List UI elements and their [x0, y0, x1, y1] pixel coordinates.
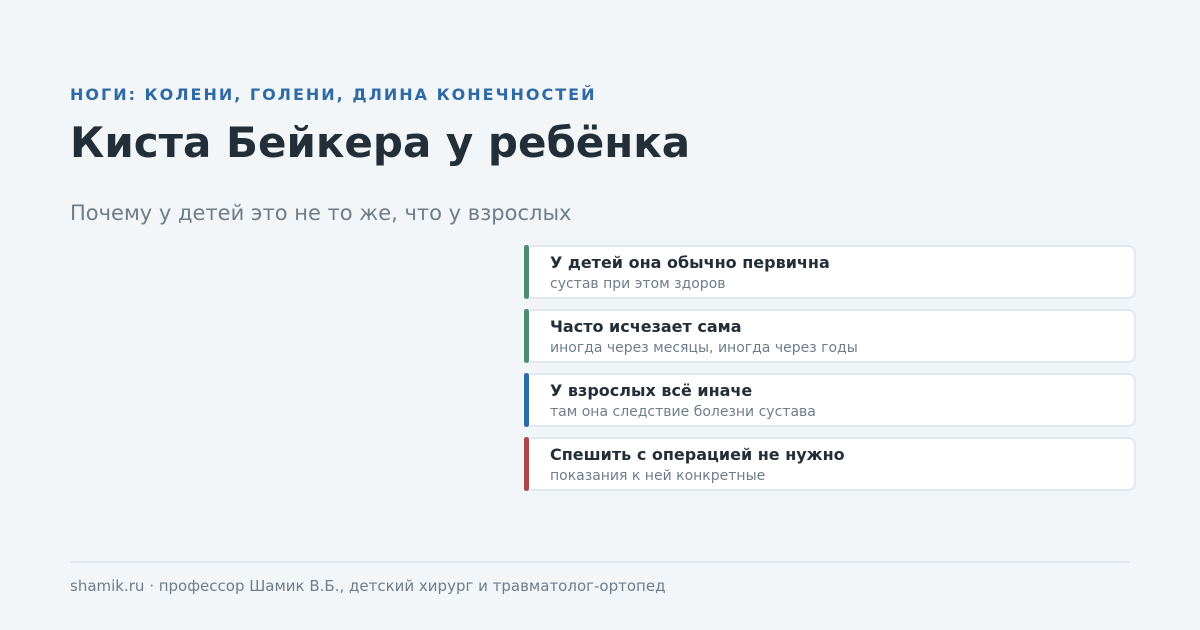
card-title: У детей она обычно первична — [550, 253, 830, 272]
page-title: Киста Бейкера у ребёнка — [70, 118, 691, 167]
card-title: Часто исчезает сама — [550, 317, 742, 336]
page-subtitle: Почему у детей это не то же, что у взрос… — [70, 201, 572, 225]
card-accent-bar — [524, 245, 529, 299]
point-card: Часто исчезает сама иногда через месяцы,… — [524, 309, 1136, 363]
point-card: У детей она обычно первична сустав при э… — [524, 245, 1136, 299]
card-subtitle: показания к ней конкретные — [550, 468, 766, 484]
footer-divider — [70, 561, 1130, 563]
card-subtitle: сустав при этом здоров — [550, 276, 726, 292]
points-list: У детей она обычно первична сустав при э… — [524, 245, 1136, 501]
card-subtitle: иногда через месяцы, иногда через годы — [550, 340, 858, 356]
card-accent-bar — [524, 373, 529, 427]
card-title: У взрослых всё иначе — [550, 381, 753, 400]
point-card: Спешить с операцией не нужно показания к… — [524, 437, 1136, 491]
card-accent-bar — [524, 309, 529, 363]
point-card: У взрослых всё иначе там она следствие б… — [524, 373, 1136, 427]
card-accent-bar — [524, 437, 529, 491]
footer-credit: shamik.ru · профессор Шамик В.Б., детски… — [70, 577, 666, 595]
card-subtitle: там она следствие болезни сустава — [550, 404, 816, 420]
category-kicker: НОГИ: КОЛЕНИ, ГОЛЕНИ, ДЛИНА КОНЕЧНОСТЕЙ — [70, 85, 597, 104]
card-title: Спешить с операцией не нужно — [550, 445, 845, 464]
page: НОГИ: КОЛЕНИ, ГОЛЕНИ, ДЛИНА КОНЕЧНОСТЕЙ … — [0, 0, 1200, 630]
